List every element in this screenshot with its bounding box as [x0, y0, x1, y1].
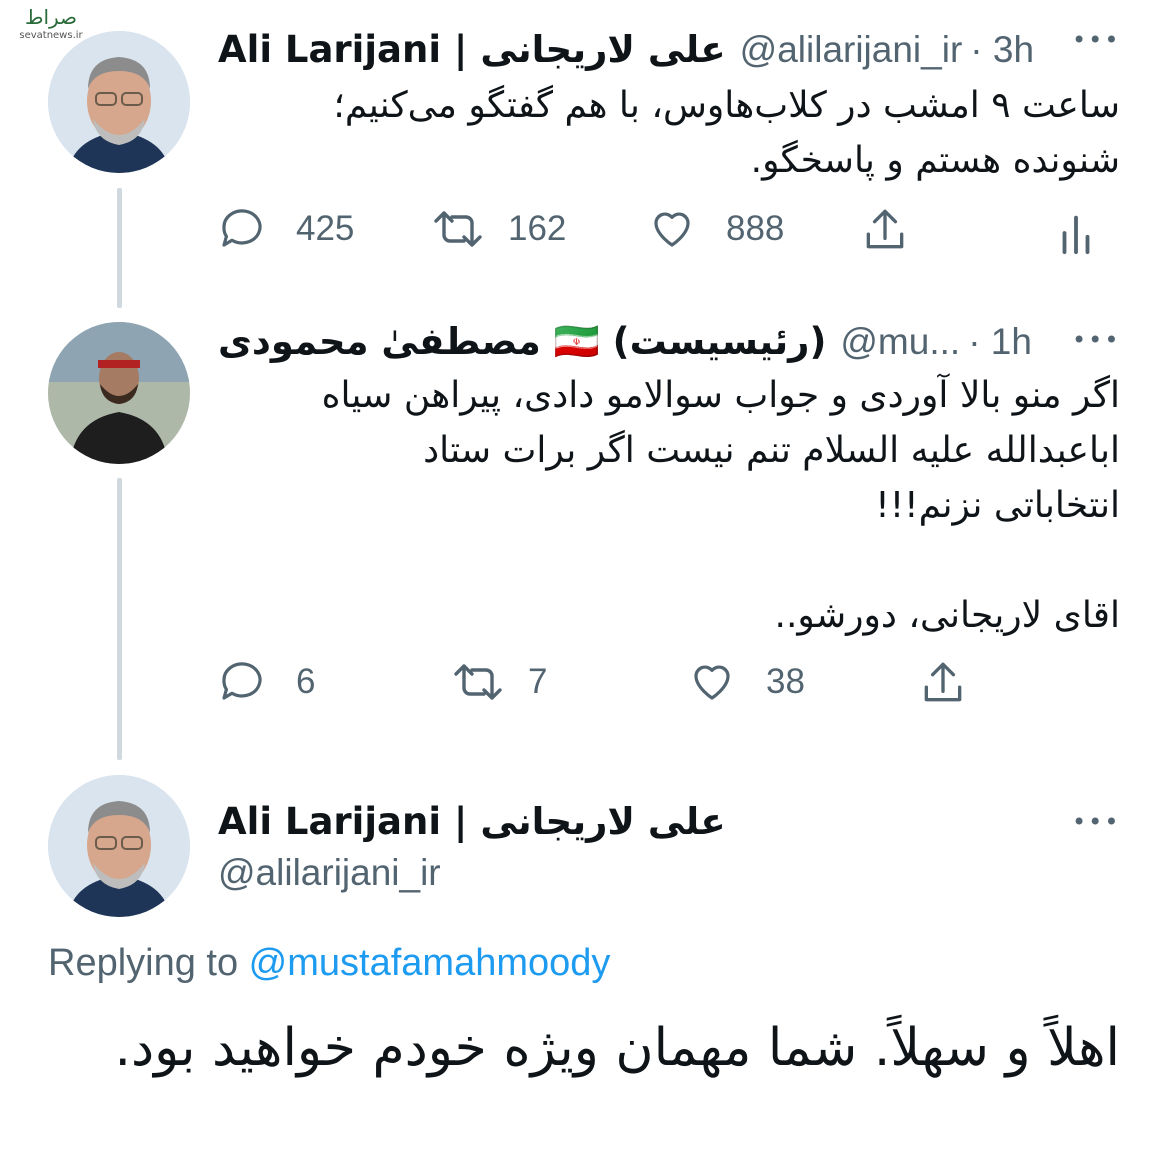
- like-button[interactable]: 888: [648, 205, 784, 253]
- thread-line: [117, 478, 122, 760]
- like-button[interactable]: 38: [688, 658, 805, 706]
- handle[interactable]: @alilarijani_ir: [740, 29, 963, 71]
- replying-handle-link[interactable]: @mustafamahmoody: [249, 942, 611, 984]
- replying-to: Replying to @mustafamahmoody: [48, 942, 610, 985]
- more-icon[interactable]: •••: [1072, 808, 1120, 836]
- share-icon: [924, 662, 962, 702]
- watermark-logo: صراط: [24, 5, 78, 29]
- avatar-larijani-image: [48, 775, 190, 917]
- more-icon[interactable]: •••: [1072, 326, 1120, 354]
- timestamp[interactable]: · 1h: [968, 321, 1032, 363]
- analytics-icon: [1062, 215, 1090, 255]
- watermark-site: sevatnews.ir: [19, 30, 83, 41]
- display-name[interactable]: Ali Larijani | علی لاریجانی: [218, 800, 726, 843]
- handle[interactable]: @alilarijani_ir: [218, 852, 441, 894]
- like-icon: [694, 665, 730, 700]
- tweet-header: Ali Larijani | علی لاریجانی @alilarijani…: [218, 28, 1123, 71]
- tweet-header: (رئیسیست) 🇮🇷 مصطفیٰ محمودی @mu... · 1h: [218, 320, 1123, 364]
- tweet-text: اگر منو بالا آوردی و جواب سوالامو دادی، …: [321, 375, 1120, 636]
- reply-button[interactable]: 6: [218, 658, 315, 706]
- retweet-button[interactable]: 7: [450, 658, 547, 706]
- avatar[interactable]: [48, 775, 190, 917]
- retweet-count: 7: [528, 662, 548, 701]
- retweet-button[interactable]: 162: [430, 205, 566, 253]
- reply-icon: [222, 209, 262, 247]
- share-icon: [866, 209, 904, 249]
- display-name[interactable]: Ali Larijani | علی لاریجانی: [218, 28, 726, 71]
- tweet-text: ساعت ۹ امشب در کلاب‌هاوس، با هم گفتگو می…: [333, 85, 1120, 181]
- like-icon: [654, 212, 690, 247]
- retweet-count: 162: [508, 209, 567, 248]
- share-button[interactable]: [918, 658, 968, 708]
- retweet-icon: [434, 211, 482, 247]
- display-name[interactable]: (رئیسیست) 🇮🇷 مصطفیٰ محمودی: [218, 320, 826, 364]
- like-count: 888: [726, 209, 785, 248]
- reply-icon: [222, 662, 262, 700]
- more-icon[interactable]: •••: [1072, 26, 1120, 54]
- timestamp[interactable]: · 3h: [970, 29, 1034, 71]
- replying-prefix: Replying to: [48, 942, 249, 984]
- tweet-header: Ali Larijani | علی لاریجانی: [218, 800, 726, 843]
- reply-count: 6: [296, 662, 316, 701]
- reply-count: 425: [296, 209, 355, 248]
- reply-button[interactable]: 425: [218, 205, 354, 253]
- analytics-button[interactable]: [1058, 210, 1094, 256]
- retweet-icon: [454, 664, 502, 700]
- avatar-mahmoodi-image: [48, 322, 190, 464]
- like-count: 38: [766, 662, 805, 701]
- thread-line: [117, 188, 122, 308]
- avatar-larijani-image: [48, 31, 190, 173]
- avatar[interactable]: [48, 31, 190, 173]
- handle[interactable]: @mu...: [840, 321, 960, 363]
- share-button[interactable]: [860, 205, 910, 255]
- avatar[interactable]: [48, 322, 190, 464]
- main-tweet-text: اهلاً و سهلاً. شما مهمان ویژه خودم خواهی…: [114, 1018, 1121, 1078]
